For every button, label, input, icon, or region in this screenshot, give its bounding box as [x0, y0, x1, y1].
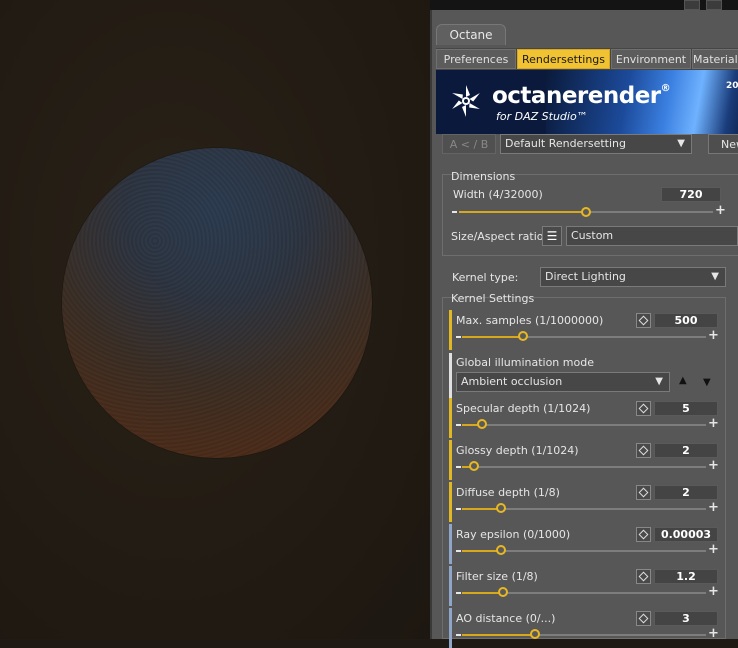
width-value[interactable]: 720 — [661, 187, 721, 202]
rendered-sphere — [62, 148, 372, 458]
aspect-label: Size/Aspect ratio: — [451, 230, 548, 243]
keyframe-icon[interactable] — [636, 443, 651, 458]
octane-panel: Octane Preferences Rendersettings Enviro… — [430, 10, 738, 648]
keyframe-icon[interactable] — [636, 527, 651, 542]
param-increase[interactable]: + — [708, 417, 719, 430]
chevron-down-icon: ▼ — [711, 271, 719, 282]
param-label: Max. samples (1/1000000) — [456, 314, 604, 327]
kernel-settings-title: Kernel Settings — [451, 292, 535, 305]
kernel-settings-group — [442, 297, 726, 639]
ab-compare-button[interactable]: A < / B — [442, 134, 496, 154]
param-label: Glossy depth (1/1024) — [456, 444, 579, 457]
param-decrease[interactable] — [456, 424, 461, 426]
param-slider-knob[interactable] — [496, 545, 507, 555]
param-stripe — [449, 482, 452, 522]
kernel-type-select[interactable]: Direct Lighting ▼ — [540, 267, 726, 287]
param-increase[interactable]: + — [708, 501, 719, 514]
param-decrease[interactable] — [456, 508, 461, 510]
keyframe-icon[interactable] — [636, 401, 651, 416]
param-increase[interactable]: + — [708, 627, 719, 640]
param-increase[interactable]: + — [708, 543, 719, 556]
param-stripe — [449, 310, 452, 350]
param-value[interactable]: 2 — [654, 485, 718, 500]
chevron-down-icon: ▼ — [677, 138, 685, 149]
param-decrease[interactable] — [456, 336, 461, 338]
param-label: Ray epsilon (0/1000) — [456, 528, 571, 541]
brand-subtitle: for DAZ Studio™ — [496, 110, 588, 123]
param-increase[interactable]: + — [708, 585, 719, 598]
param-label: Specular depth (1/1024) — [456, 402, 591, 415]
chevron-down-icon: ▼ — [655, 376, 663, 387]
param-slider-knob[interactable] — [518, 331, 528, 341]
keyframe-icon[interactable] — [636, 485, 651, 500]
top-strip — [430, 0, 738, 10]
tab-rendersettings[interactable]: Rendersettings — [517, 49, 610, 69]
param-stripe — [449, 398, 452, 438]
tab-preferences[interactable]: Preferences — [436, 49, 516, 69]
param-decrease[interactable] — [456, 550, 461, 552]
param-decrease[interactable] — [456, 466, 461, 468]
param-stripe — [449, 524, 452, 564]
width-decrease[interactable] — [452, 211, 457, 213]
param-decrease[interactable] — [456, 634, 461, 636]
param-slider-track[interactable] — [462, 634, 706, 636]
keyframe-icon[interactable] — [636, 569, 651, 584]
dock-button[interactable] — [684, 0, 700, 10]
pane-title-tab[interactable]: Octane — [436, 24, 506, 45]
param-slider-track[interactable] — [462, 424, 706, 426]
param-increase[interactable]: + — [708, 459, 719, 472]
param-slider-track[interactable] — [462, 466, 706, 468]
keyframe-icon[interactable] — [636, 611, 651, 626]
param-increase[interactable]: + — [708, 329, 719, 342]
list-icon[interactable]: ☰ — [542, 226, 562, 246]
param-value[interactable]: 1.2 — [654, 569, 718, 584]
param-slider-knob[interactable] — [496, 503, 507, 513]
param-label: Filter size (1/8) — [456, 570, 538, 583]
tab-environment[interactable]: Environment — [611, 49, 691, 69]
param-decrease[interactable] — [456, 592, 461, 594]
param-stripe — [449, 440, 452, 480]
new-preset-button[interactable]: New — [708, 134, 738, 154]
param-slider-track[interactable] — [462, 336, 706, 338]
param-value[interactable]: 500 — [654, 313, 718, 328]
param-slider-fill — [462, 592, 504, 594]
gi-label: Global illumination mode — [456, 356, 594, 369]
param-stripe — [449, 566, 452, 606]
dimensions-title: Dimensions — [451, 170, 516, 183]
move-up-icon[interactable]: ▲ — [679, 375, 687, 386]
keyframe-icon[interactable] — [636, 313, 651, 328]
tab-bar: Preferences Rendersettings Environment M… — [436, 48, 738, 70]
brand-year: 20 — [726, 81, 738, 91]
width-label: Width (4/32000) — [453, 188, 543, 201]
width-increase[interactable]: + — [715, 204, 726, 217]
width-slider-knob[interactable] — [581, 207, 591, 217]
param-slider-fill — [462, 336, 523, 338]
param-stripe — [449, 608, 452, 648]
width-slider-fill — [459, 211, 586, 213]
kernel-type-label: Kernel type: — [452, 271, 519, 284]
param-slider-knob[interactable] — [476, 419, 487, 429]
octane-banner: octanerender® for DAZ Studio™ 20 — [436, 70, 738, 134]
param-value[interactable]: 0.00003 — [654, 527, 718, 542]
move-down-icon[interactable]: ▼ — [703, 377, 711, 388]
gi-mode-select[interactable]: Ambient occlusion ▼ — [456, 372, 670, 392]
aspect-select[interactable]: Custom — [566, 226, 738, 246]
param-slider-fill — [462, 634, 536, 636]
tab-materials[interactable]: Materials — [692, 49, 738, 69]
param-value[interactable]: 5 — [654, 401, 718, 416]
param-label: AO distance (0/...) — [456, 612, 556, 625]
preset-select[interactable]: Default Rendersetting ▼ — [500, 134, 692, 154]
render-viewport[interactable] — [0, 0, 430, 639]
param-label: Diffuse depth (1/8) — [456, 486, 560, 499]
dock-button-2[interactable] — [706, 0, 722, 10]
gi-stripe — [449, 353, 452, 399]
brand-name: octanerender® — [492, 83, 671, 109]
param-value[interactable]: 3 — [654, 611, 718, 626]
octane-logo-icon — [452, 85, 480, 117]
param-value[interactable]: 2 — [654, 443, 718, 458]
